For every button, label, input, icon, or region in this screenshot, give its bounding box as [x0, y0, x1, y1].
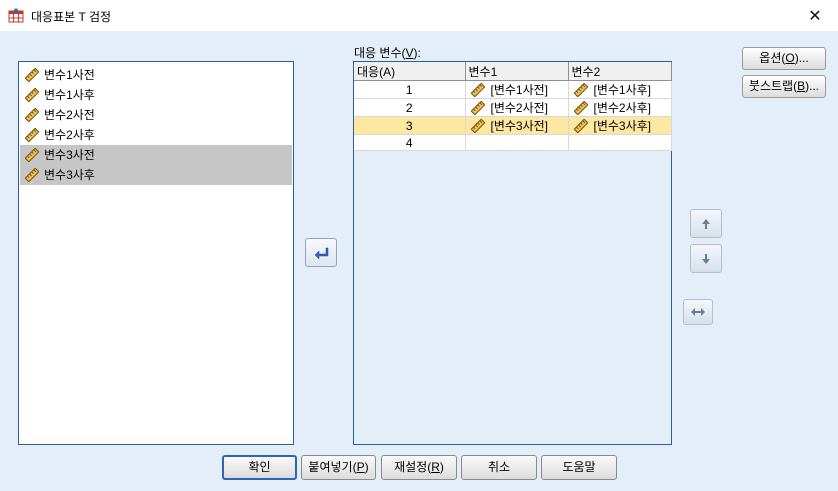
- pairs-table: 대응(A) 변수1 변수2 1 [변수1사전] [변수1사후] 2 [변수2사전…: [354, 62, 672, 151]
- swap-horizontal-icon: [691, 308, 705, 316]
- pair-variable2-cell[interactable]: [변수2사후]: [567, 98, 672, 117]
- ruler-scale-icon: [573, 100, 588, 115]
- pair-variable2: [변수2사후]: [593, 101, 652, 115]
- ruler-scale-icon: [470, 118, 485, 133]
- column-header-variable2[interactable]: 변수2: [567, 62, 672, 81]
- title-bar: 대응표본 T 검정 ✕: [0, 0, 838, 31]
- table-row[interactable]: 2 [변수2사전] [변수2사후]: [354, 98, 672, 117]
- list-item[interactable]: 변수3사후: [20, 165, 292, 185]
- table-row[interactable]: 3 [변수3사전] [변수3사후]: [354, 116, 672, 135]
- reset-button-text: 재설정(: [394, 460, 432, 474]
- variable-label: 변수3사전: [44, 148, 95, 162]
- column-header-pair[interactable]: 대응(A): [354, 62, 466, 81]
- help-button[interactable]: 도움말: [541, 455, 617, 480]
- pair-variable1-cell[interactable]: [변수1사전]: [464, 80, 569, 99]
- ruler-scale-icon: [470, 82, 485, 97]
- column-header-variable1[interactable]: 변수1: [464, 62, 569, 81]
- variable-label: 변수3사후: [44, 168, 95, 182]
- list-item[interactable]: 변수1사전: [20, 65, 292, 85]
- pair-variable1: [변수3사전]: [490, 119, 549, 133]
- pair-number: 3: [354, 116, 466, 135]
- paired-variables-text: 대응 변수: [354, 46, 402, 60]
- move-down-button[interactable]: [690, 244, 722, 273]
- move-to-pairs-button[interactable]: [305, 238, 337, 267]
- pair-number: 4: [354, 134, 466, 151]
- table-row[interactable]: 1 [변수1사전] [변수1사후]: [354, 80, 672, 99]
- paste-button-mnemonic: P: [356, 460, 365, 474]
- list-item[interactable]: 변수2사전: [20, 105, 292, 125]
- reset-button-suffix: ): [439, 460, 444, 474]
- swap-variables-button[interactable]: [683, 299, 713, 325]
- pair-variable2: [변수3사후]: [593, 119, 652, 133]
- close-icon: ✕: [808, 7, 822, 25]
- ruler-scale-icon: [25, 128, 39, 142]
- ruler-scale-icon: [25, 68, 39, 82]
- options-button-text: 옵션(: [759, 51, 786, 65]
- bootstrap-button-text: 붓스트랩(: [748, 79, 798, 93]
- options-button-suffix: )...: [794, 51, 809, 65]
- variable-label: 변수2사후: [44, 128, 95, 142]
- move-up-button[interactable]: [690, 209, 722, 238]
- options-button[interactable]: 옵션(O)...: [742, 47, 826, 70]
- pair-number: 2: [354, 98, 466, 117]
- paste-button[interactable]: 붙여넣기(P): [301, 455, 376, 480]
- pair-variable2-cell[interactable]: [변수1사후]: [567, 80, 672, 99]
- cancel-button[interactable]: 취소: [461, 455, 537, 480]
- pair-variable2-cell[interactable]: [567, 134, 672, 151]
- ok-button[interactable]: 확인: [222, 455, 297, 480]
- pair-variable1: [변수2사전]: [490, 101, 549, 115]
- ruler-scale-icon: [573, 118, 588, 133]
- arrow-up-icon: [702, 218, 710, 229]
- pair-variable1-cell[interactable]: [464, 134, 569, 151]
- window-title: 대응표본 T 검정: [31, 10, 112, 24]
- source-variable-list[interactable]: 변수1사전 변수1사후 변수2사전 변수2사후 변수3사전 변수3사후: [18, 61, 294, 445]
- paired-variables-mnemonic: V: [405, 46, 414, 60]
- pair-number: 1: [354, 80, 466, 99]
- ruler-scale-icon: [25, 108, 39, 122]
- pair-variable2: [변수1사후]: [593, 83, 652, 97]
- bootstrap-button[interactable]: 붓스트랩(B)...: [742, 75, 826, 98]
- ruler-scale-icon: [573, 82, 588, 97]
- bootstrap-button-suffix: )...: [805, 79, 820, 93]
- list-item[interactable]: 변수1사후: [20, 85, 292, 105]
- ruler-scale-icon: [470, 100, 485, 115]
- paired-variables-label: 대응 변수(V):: [354, 46, 421, 60]
- pair-variable1-cell[interactable]: [변수2사전]: [464, 98, 569, 117]
- paste-button-text: 붙여넣기(: [308, 460, 357, 474]
- close-button[interactable]: ✕: [792, 0, 838, 31]
- spss-dialog-icon: [8, 8, 24, 23]
- list-item[interactable]: 변수3사전: [20, 145, 292, 165]
- arrow-down-icon: [702, 253, 710, 264]
- reset-button[interactable]: 재설정(R): [381, 455, 457, 480]
- table-row[interactable]: 4: [354, 134, 672, 151]
- pair-variable2-cell[interactable]: [변수3사후]: [567, 116, 672, 135]
- ruler-scale-icon: [25, 148, 39, 162]
- ruler-scale-icon: [25, 168, 39, 182]
- options-button-mnemonic: O: [785, 51, 795, 65]
- reset-button-mnemonic: R: [431, 460, 440, 474]
- paired-variables-grid[interactable]: 대응(A) 변수1 변수2 1 [변수1사전] [변수1사후] 2 [변수2사전…: [353, 61, 672, 445]
- variable-label: 변수1사후: [44, 88, 95, 102]
- pair-variable1-cell[interactable]: [변수3사전]: [464, 116, 569, 135]
- arrow-left-move-icon: [314, 247, 329, 260]
- variable-label: 변수2사전: [44, 108, 95, 122]
- list-item[interactable]: 변수2사후: [20, 125, 292, 145]
- ruler-scale-icon: [25, 88, 39, 102]
- bootstrap-button-mnemonic: B: [797, 79, 806, 93]
- paste-button-suffix: ): [364, 460, 369, 474]
- pair-variable1: [변수1사전]: [490, 83, 549, 97]
- table-header-row: 대응(A) 변수1 변수2: [354, 62, 672, 81]
- variable-label: 변수1사전: [44, 68, 95, 82]
